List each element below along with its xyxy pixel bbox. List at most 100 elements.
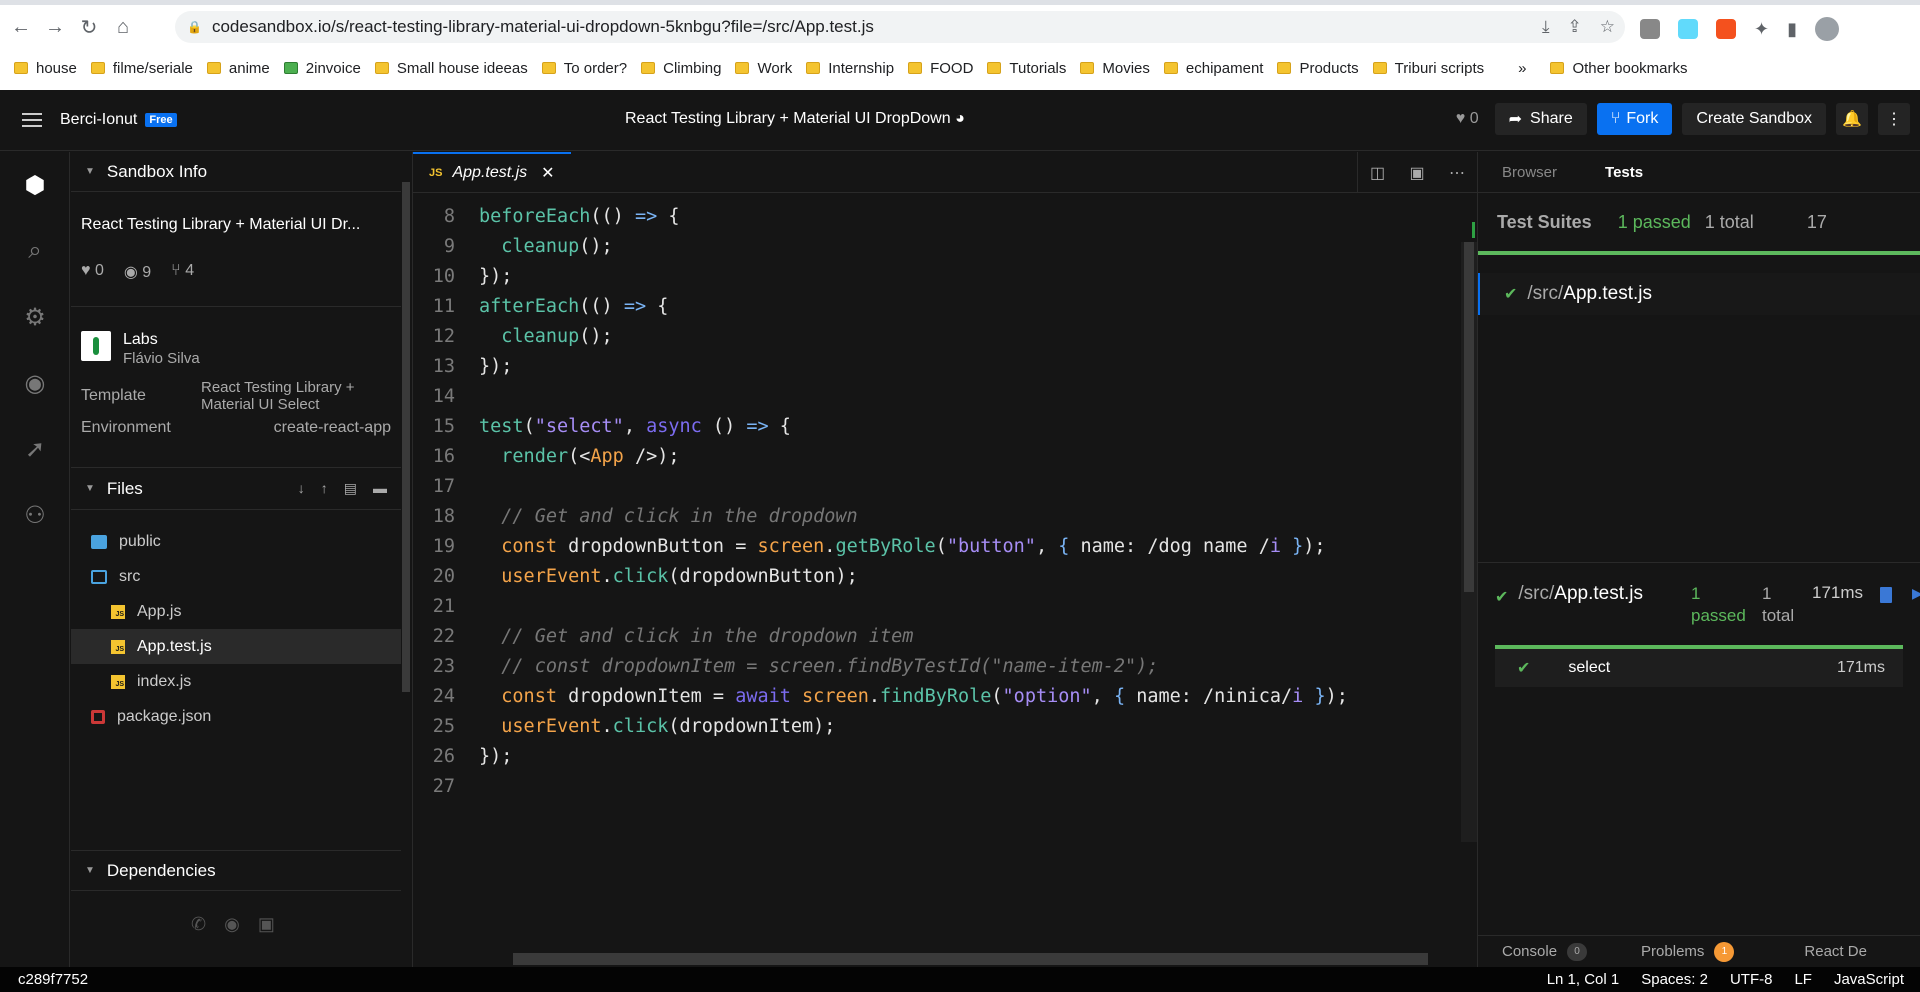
bookmark-item[interactable]: Climbing — [641, 60, 721, 77]
bell-icon[interactable]: 🔔 — [1836, 103, 1868, 135]
line-number: 8 — [443, 205, 455, 227]
bookmark-item[interactable]: anime — [206, 60, 270, 77]
close-icon[interactable]: ✕ — [541, 163, 554, 183]
gear-icon[interactable]: ⚙ — [0, 284, 70, 350]
line-number: 15 — [432, 415, 455, 437]
bookmark-item[interactable]: house — [14, 60, 77, 77]
code-area[interactable]: 8 beforeEach(() => { 9 cleanup(); 10}); 1… — [413, 201, 1463, 801]
dependencies-header[interactable]: ▼ Dependencies — [71, 851, 401, 891]
editor-horizontal-scrollbar[interactable] — [513, 953, 1428, 965]
puzzle-icon[interactable]: ✦ — [1754, 19, 1769, 40]
reload-icon[interactable]: ↻ — [76, 14, 102, 40]
code-editor[interactable]: JS App.test.js ✕ ◫ ▣ ⋯ 8 beforeEach(() =>… — [412, 152, 1477, 967]
other-bookmarks[interactable]: Other bookmarks — [1550, 59, 1688, 77]
create-sandbox-button[interactable]: Create Sandbox — [1682, 103, 1826, 135]
forward-icon[interactable]: → — [42, 14, 68, 40]
tab-react-devtools[interactable]: React De — [1804, 943, 1867, 960]
react-devtools-icon[interactable] — [1678, 19, 1698, 39]
bookmark-item[interactable]: 2invoice — [283, 60, 361, 77]
test-row[interactable]: ✔ select 171ms — [1495, 645, 1903, 687]
bookmark-item[interactable]: Tutorials — [987, 60, 1066, 77]
suite-row[interactable]: ✔ /src/App.test.js — [1478, 273, 1920, 315]
username[interactable]: Berci-Ionut — [60, 111, 137, 129]
tab-tests[interactable]: Tests — [1581, 164, 1667, 181]
more-vertical-icon[interactable]: ⋮ — [1878, 103, 1910, 135]
code-line: 19 const dropdownButton = screen.getByRo… — [413, 531, 1463, 561]
file-icon[interactable] — [1880, 587, 1892, 603]
menu-icon[interactable] — [22, 113, 42, 127]
editor-vertical-scrollbar[interactable] — [1461, 242, 1477, 842]
code-line: 9 cleanup(); — [413, 231, 1463, 261]
file-tree-item[interactable]: JS App.js — [71, 594, 401, 629]
bookmark-label: Other bookmarks — [1572, 59, 1688, 77]
upload-icon[interactable]: ↑ — [321, 480, 328, 497]
line-number: 18 — [432, 505, 455, 527]
bookmark-item[interactable]: filme/seriale — [90, 60, 193, 77]
sandbox-title[interactable]: React Testing Library + Material UI Drop… — [625, 110, 965, 128]
url-text[interactable]: codesandbox.io/s/react-testing-library-m… — [212, 17, 874, 37]
template-value[interactable]: React Testing Library + Material UI Sele… — [201, 379, 391, 413]
back-icon[interactable]: ← — [8, 14, 34, 40]
file-tree-item[interactable]: JS App.test.js — [71, 629, 401, 664]
split-view-icon[interactable]: ◫ — [1357, 152, 1397, 193]
address-bar[interactable]: 🔒 codesandbox.io/s/react-testing-library… — [175, 11, 1625, 43]
sandbox-info-header[interactable]: ▼ Sandbox Info — [71, 152, 401, 192]
extension-icon[interactable] — [1640, 19, 1660, 39]
rocket-icon[interactable]: ➚ — [0, 416, 70, 482]
file-tree-item[interactable]: src — [71, 559, 401, 594]
editor-tab[interactable]: JS App.test.js ✕ — [413, 152, 571, 192]
team-info[interactable]: Labs Flávio Silva — [81, 331, 401, 367]
bookmark-item[interactable]: Products — [1277, 59, 1359, 77]
bookmark-item[interactable]: Internship — [806, 60, 894, 77]
extension-icon[interactable] — [1716, 19, 1736, 39]
line-number: 27 — [432, 775, 455, 797]
tab-console[interactable]: Console 0 — [1502, 942, 1588, 961]
encoding[interactable]: UTF-8 — [1730, 971, 1773, 988]
tab-problems[interactable]: Problems 1 — [1641, 941, 1735, 962]
bookmark-label: FOOD — [930, 59, 974, 77]
play-icon[interactable]: ▶ — [1912, 585, 1920, 602]
file-tree-item[interactable]: public — [71, 524, 401, 559]
file-tree-item[interactable]: package.json — [71, 699, 401, 734]
share-button[interactable]: ➦ Share — [1494, 103, 1587, 135]
tab-browser[interactable]: Browser — [1478, 164, 1581, 181]
bookmark-item[interactable]: FOOD — [908, 60, 973, 77]
sidebar-scrollbar[interactable] — [401, 152, 411, 967]
like-button[interactable]: ♥ 0 — [1456, 110, 1479, 128]
file-tree-item[interactable]: JS index.js — [71, 664, 401, 699]
language-mode[interactable]: JavaScript — [1834, 971, 1904, 988]
indentation[interactable]: Spaces: 2 — [1641, 971, 1708, 988]
bookmark-item[interactable]: To order? — [541, 60, 627, 77]
twitter-icon[interactable]: ✆ — [191, 914, 206, 935]
more-icon[interactable]: ⋯ — [1437, 152, 1477, 193]
bookmark-item[interactable]: Small house ideeas — [374, 60, 528, 77]
side-panel-icon[interactable]: ▮ — [1787, 19, 1797, 40]
new-folder-icon[interactable]: ▬ — [373, 480, 387, 497]
install-icon[interactable]: ⤓ — [1542, 17, 1550, 37]
bookmark-item[interactable]: Work — [735, 60, 792, 77]
home-icon[interactable]: ⌂ — [110, 14, 136, 40]
bookmark-star-icon[interactable]: ☆ — [1600, 17, 1615, 37]
discord-icon[interactable]: ▣ — [258, 914, 275, 935]
bookmark-item[interactable]: echipament — [1163, 60, 1263, 77]
download-icon[interactable]: ↓ — [298, 480, 305, 497]
bookmark-item[interactable]: Triburi scripts — [1372, 60, 1484, 77]
fork-button[interactable]: ⑂ Fork — [1596, 103, 1673, 135]
share-page-icon[interactable]: ⇪ — [1568, 17, 1582, 37]
users-icon[interactable]: ⚇ — [0, 482, 70, 548]
preview-icon[interactable]: ▣ — [1397, 152, 1437, 193]
new-file-icon[interactable]: ▤ — [344, 480, 357, 497]
cursor-position[interactable]: Ln 1, Col 1 — [1547, 971, 1620, 988]
bookmark-item[interactable]: Movies — [1080, 60, 1150, 77]
bookmark-label: Products — [1299, 59, 1359, 77]
github-icon[interactable]: ◉ — [224, 914, 240, 935]
folder-icon — [1163, 62, 1178, 74]
bookmarks-overflow-button[interactable]: » — [1518, 60, 1526, 77]
files-header[interactable]: ▼ Files ↓ ↑ ▤ ▬ — [71, 468, 401, 510]
github-icon[interactable]: ◉ — [0, 350, 70, 416]
avatar[interactable] — [1815, 17, 1839, 41]
search-icon[interactable]: ⌕ — [0, 218, 70, 284]
cube-icon[interactable]: ⬢ — [0, 152, 70, 218]
line-ending[interactable]: LF — [1794, 971, 1812, 988]
chevron-down-icon: ▼ — [85, 865, 95, 876]
